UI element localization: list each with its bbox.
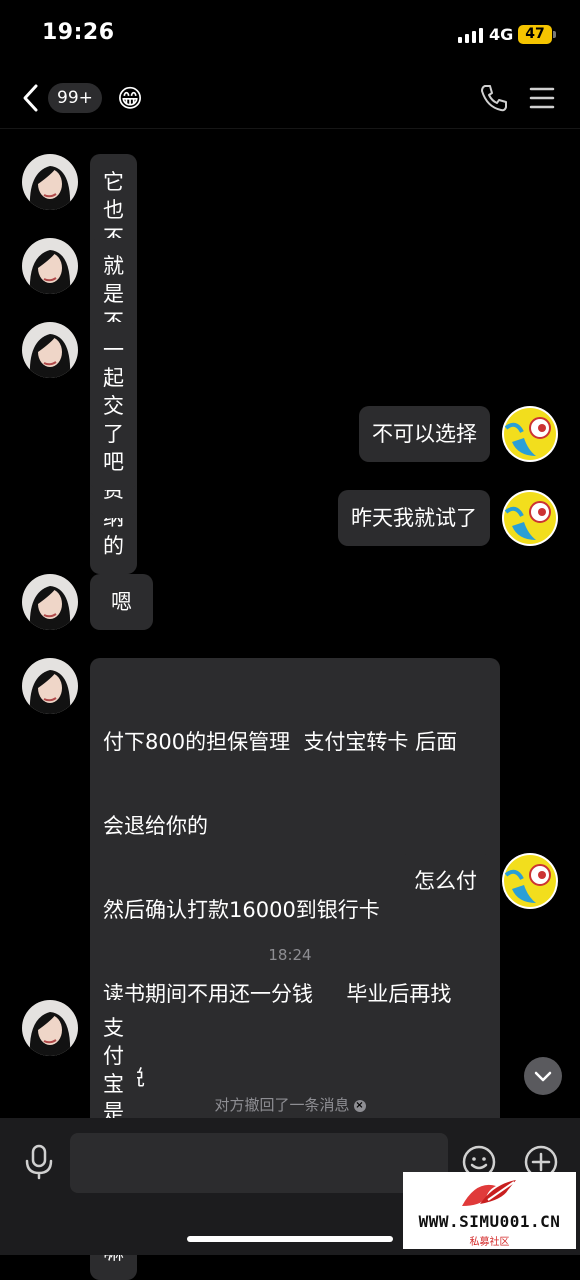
watermark-url: WWW.SIMU001.CN xyxy=(418,1212,561,1231)
chevron-down-icon xyxy=(534,1071,552,1082)
message-input[interactable] xyxy=(70,1133,448,1193)
watermark-subtitle: 私募社区 xyxy=(469,1237,510,1248)
contact-avatar[interactable] xyxy=(22,154,78,210)
message-line: 读书期间不用还一分钱 毕业后再找 xyxy=(103,982,452,1006)
my-avatar[interactable] xyxy=(502,406,558,462)
message-bubble[interactable]: 怎么付 xyxy=(401,853,490,909)
message-bubble[interactable]: 付下800的担保管理 支付宝转卡 后面 会退给你的 然后确认打款16000到银行… xyxy=(90,658,500,1162)
battery-icon: 47 xyxy=(518,25,552,44)
timestamp: 18:24 xyxy=(268,946,312,964)
network-type: 4G xyxy=(489,25,514,44)
my-avatar[interactable] xyxy=(502,490,558,546)
message-line: 会退给你的 xyxy=(103,814,208,838)
message-row-right: 怎么付 xyxy=(401,853,558,909)
watermark-logo-icon xyxy=(462,1180,516,1206)
contact-avatar[interactable] xyxy=(22,322,78,378)
close-icon[interactable]: × xyxy=(353,1099,366,1112)
contact-avatar[interactable] xyxy=(22,238,78,294)
grinning-emoji-icon: 😁 xyxy=(117,84,144,113)
recall-notice-text: 对方撤回了一条消息 xyxy=(214,1096,350,1114)
unread-count-badge[interactable]: 99+ xyxy=(48,83,102,113)
home-indicator xyxy=(187,1236,393,1242)
scroll-to-bottom-button[interactable] xyxy=(524,1057,562,1095)
message-bubble[interactable]: 昨天我就试了 xyxy=(338,490,490,546)
message-line: 你说 xyxy=(103,1064,487,1092)
my-avatar[interactable] xyxy=(502,853,558,909)
message-row-right: 不可以选择 xyxy=(359,406,558,462)
message-bubble[interactable]: 嗯 xyxy=(90,574,153,630)
status-time: 19:26 xyxy=(42,20,115,45)
cellular-signal-icon xyxy=(458,28,484,43)
contact-avatar[interactable] xyxy=(22,574,78,630)
menu-icon[interactable] xyxy=(529,87,555,113)
back-chevron-icon[interactable] xyxy=(20,83,42,117)
message-row-right: 昨天我就试了 xyxy=(338,490,558,546)
recall-notice: 对方撤回了一条消息 × xyxy=(0,1094,580,1115)
contact-avatar[interactable] xyxy=(22,1000,78,1056)
phone-call-icon[interactable] xyxy=(479,83,509,117)
header-divider xyxy=(0,128,580,129)
microphone-icon[interactable] xyxy=(24,1144,54,1184)
watermark: WWW.SIMU001.CN 私募社区 xyxy=(403,1172,576,1249)
message-bubble[interactable]: 不可以选择 xyxy=(359,406,490,462)
message-bubble[interactable]: 一起交了吧 xyxy=(90,322,137,490)
contact-avatar[interactable] xyxy=(22,658,78,714)
message-line: 付下800的担保管理 支付宝转卡 后面 xyxy=(103,730,458,754)
battery-cap xyxy=(553,31,556,38)
